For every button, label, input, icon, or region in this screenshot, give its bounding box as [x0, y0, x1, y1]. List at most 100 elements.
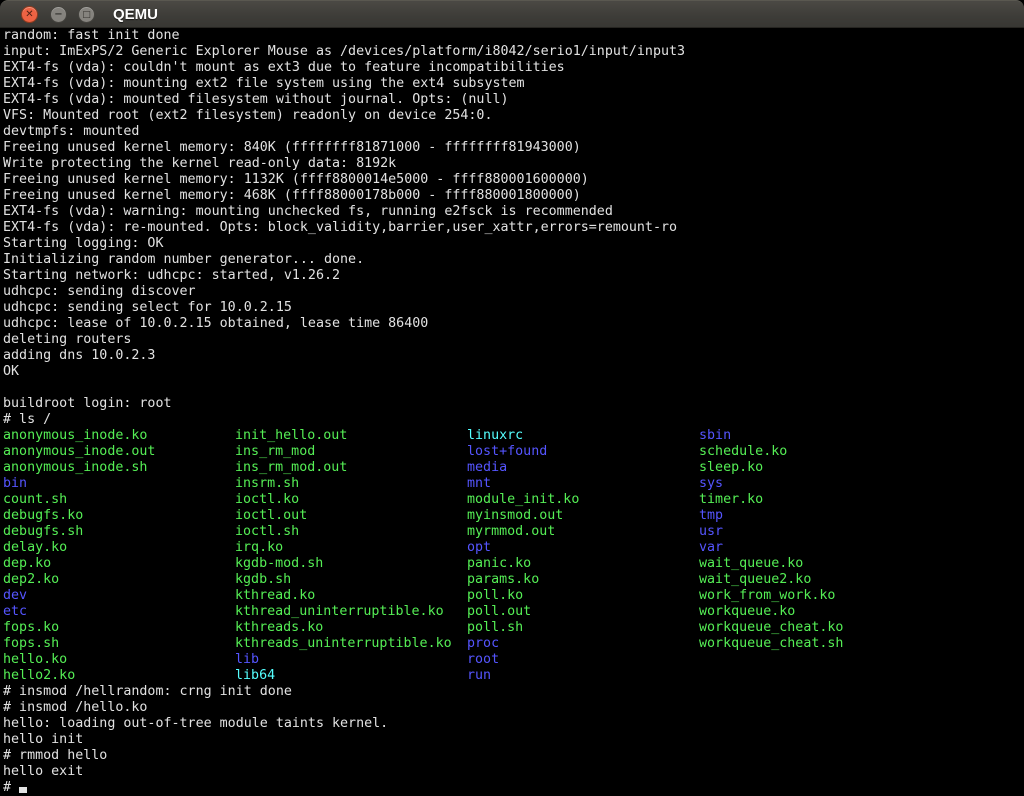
file-name: wait_queue2.ko: [699, 572, 931, 588]
file-name: lib64: [235, 668, 467, 684]
file-name: tmp: [699, 508, 931, 524]
file-name: workqueue_cheat.sh: [699, 636, 931, 652]
file-name: workqueue.ko: [699, 604, 931, 620]
file-name: ioctl.out: [235, 508, 467, 524]
terminal-text: buildroot login: root: [3, 396, 172, 411]
terminal-text: devtmpfs: mounted: [3, 124, 139, 139]
terminal-text: # ls /: [3, 412, 51, 427]
terminal-line: random: fast init done: [3, 28, 1024, 44]
file-name: schedule.ko: [699, 444, 931, 460]
file-name: anonymous_inode.out: [3, 444, 235, 460]
terminal-text: VFS: Mounted root (ext2 filesystem) read…: [3, 108, 492, 123]
file-name: kgdb.sh: [235, 572, 467, 588]
file-name: opt: [467, 540, 699, 556]
terminal-text: # insmod /hellrandom: crng init done: [3, 684, 292, 699]
terminal[interactable]: random: fast init doneinput: ImExPS/2 Ge…: [0, 28, 1024, 796]
file-name: anonymous_inode.sh: [3, 460, 235, 476]
terminal-line: EXT4-fs (vda): mounting ext2 file system…: [3, 76, 1024, 92]
file-name: kthreads_uninterruptible.ko: [235, 636, 467, 652]
terminal-line: anonymous_inode.shins_rm_mod.outmediasle…: [3, 460, 1024, 476]
file-name: fops.ko: [3, 620, 235, 636]
file-name: count.sh: [3, 492, 235, 508]
terminal-line: anonymous_inode.outins_rm_modlost+founds…: [3, 444, 1024, 460]
file-name: kthread_uninterruptible.ko: [235, 604, 467, 620]
terminal-line: EXT4-fs (vda): couldn't mount as ext3 du…: [3, 60, 1024, 76]
terminal-line: delay.koirq.kooptvar: [3, 540, 1024, 556]
terminal-line: hello2.kolib64run: [3, 668, 1024, 684]
terminal-text: random: fast init done: [3, 28, 180, 43]
file-name: ioctl.sh: [235, 524, 467, 540]
terminal-line: Initializing random number generator... …: [3, 252, 1024, 268]
terminal-line: VFS: Mounted root (ext2 filesystem) read…: [3, 108, 1024, 124]
terminal-text: EXT4-fs (vda): re-mounted. Opts: block_v…: [3, 220, 677, 235]
terminal-line: fops.kokthreads.kopoll.shworkqueue_cheat…: [3, 620, 1024, 636]
file-name: dep.ko: [3, 556, 235, 572]
file-name: anonymous_inode.ko: [3, 428, 235, 444]
file-name: hello2.ko: [3, 668, 235, 684]
terminal-text: input: ImExPS/2 Generic Explorer Mouse a…: [3, 44, 685, 59]
terminal-line: anonymous_inode.koinit_hello.outlinuxrcs…: [3, 428, 1024, 444]
file-name: work_from_work.ko: [699, 588, 931, 604]
terminal-text: Freeing unused kernel memory: 1132K (fff…: [3, 172, 589, 187]
file-name: poll.out: [467, 604, 699, 620]
file-name: lost+found: [467, 444, 699, 460]
terminal-line: # insmod /hellrandom: crng init done: [3, 684, 1024, 700]
terminal-text: OK: [3, 364, 19, 379]
terminal-line: dep2.kokgdb.shparams.kowait_queue2.ko: [3, 572, 1024, 588]
terminal-text: deleting routers: [3, 332, 131, 347]
terminal-line: Write protecting the kernel read-only da…: [3, 156, 1024, 172]
file-name: mnt: [467, 476, 699, 492]
terminal-text: EXT4-fs (vda): mounting ext2 file system…: [3, 76, 525, 91]
minimize-icon[interactable]: −: [50, 6, 67, 23]
window-title: QEMU: [113, 1, 158, 29]
file-name: kthreads.ko: [235, 620, 467, 636]
window-titlebar[interactable]: ✕ − □ QEMU: [0, 0, 1024, 28]
file-name: myrmmod.out: [467, 524, 699, 540]
file-name: kgdb-mod.sh: [235, 556, 467, 572]
terminal-line: udhcpc: sending discover: [3, 284, 1024, 300]
terminal-line: udhcpc: sending select for 10.0.2.15: [3, 300, 1024, 316]
terminal-line: # ls /: [3, 412, 1024, 428]
file-name: fops.sh: [3, 636, 235, 652]
terminal-text: #: [3, 780, 19, 795]
terminal-text: udhcpc: sending select for 10.0.2.15: [3, 300, 292, 315]
terminal-line: devtmpfs: mounted: [3, 124, 1024, 140]
file-name: run: [467, 668, 699, 684]
file-name: root: [467, 652, 699, 668]
terminal-text: udhcpc: lease of 10.0.2.15 obtained, lea…: [3, 316, 428, 331]
file-name: usr: [699, 524, 931, 540]
terminal-line: EXT4-fs (vda): re-mounted. Opts: block_v…: [3, 220, 1024, 236]
terminal-line: input: ImExPS/2 Generic Explorer Mouse a…: [3, 44, 1024, 60]
terminal-line: Starting logging: OK: [3, 236, 1024, 252]
terminal-text: udhcpc: sending discover: [3, 284, 196, 299]
terminal-text: Starting network: udhcpc: started, v1.26…: [3, 268, 340, 283]
terminal-text: Initializing random number generator... …: [3, 252, 364, 267]
terminal-line: etckthread_uninterruptible.kopoll.outwor…: [3, 604, 1024, 620]
file-name: hello.ko: [3, 652, 235, 668]
terminal-line: EXT4-fs (vda): warning: mounting uncheck…: [3, 204, 1024, 220]
terminal-line: dep.kokgdb-mod.shpanic.kowait_queue.ko: [3, 556, 1024, 572]
terminal-text: EXT4-fs (vda): couldn't mount as ext3 du…: [3, 60, 565, 75]
file-name: workqueue_cheat.ko: [699, 620, 931, 636]
file-name: media: [467, 460, 699, 476]
file-name: bin: [3, 476, 235, 492]
file-name: panic.ko: [467, 556, 699, 572]
terminal-line: debugfs.shioctl.shmyrmmod.outusr: [3, 524, 1024, 540]
file-name: poll.sh: [467, 620, 699, 636]
terminal-text: # insmod /hello.ko: [3, 700, 147, 715]
terminal-line: Freeing unused kernel memory: 468K (ffff…: [3, 188, 1024, 204]
terminal-line: [3, 380, 1024, 396]
file-name: module_init.ko: [467, 492, 699, 508]
file-name: delay.ko: [3, 540, 235, 556]
close-icon[interactable]: ✕: [21, 6, 38, 23]
terminal-text: EXT4-fs (vda): warning: mounting uncheck…: [3, 204, 613, 219]
terminal-line: debugfs.koioctl.outmyinsmod.outtmp: [3, 508, 1024, 524]
file-name: lib: [235, 652, 467, 668]
maximize-icon[interactable]: □: [78, 6, 95, 23]
terminal-line: hello exit: [3, 764, 1024, 780]
file-name: dep2.ko: [3, 572, 235, 588]
qemu-window: ✕ − □ QEMU random: fast init doneinput: …: [0, 0, 1024, 796]
file-name: sleep.ko: [699, 460, 931, 476]
terminal-line: Starting network: udhcpc: started, v1.26…: [3, 268, 1024, 284]
terminal-line: udhcpc: lease of 10.0.2.15 obtained, lea…: [3, 316, 1024, 332]
